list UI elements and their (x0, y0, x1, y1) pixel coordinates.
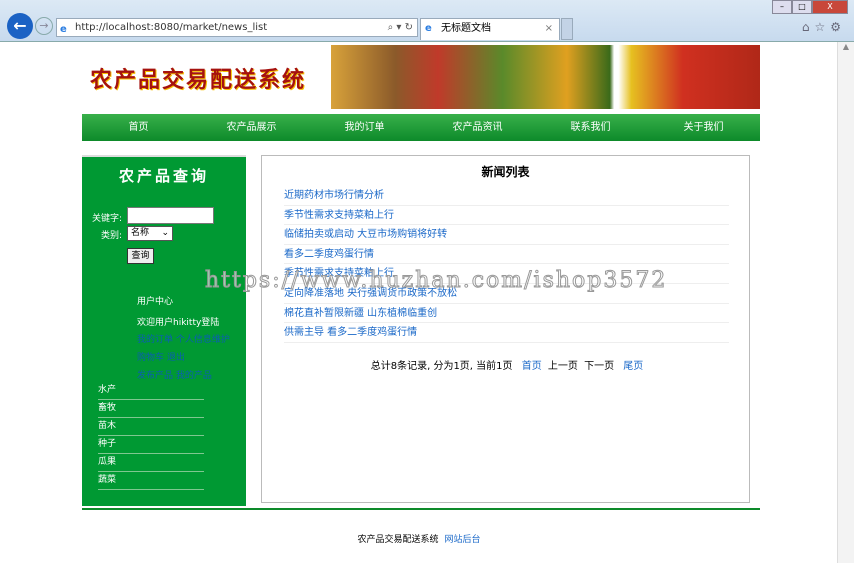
page-title: 新闻列表 (481, 165, 530, 179)
footer: 农产品交易配送系统 网站后台 (0, 532, 838, 545)
news-panel: 新闻列表 近期药材市场行情分析 季节性需求支持菜粕上行 临储拍卖或启动 大豆市场… (261, 155, 750, 503)
news-item[interactable]: 季节性需求支持菜粕上行 (284, 206, 729, 226)
news-item[interactable]: 棉花直补暂限新疆 山东植棉临重创 (284, 304, 729, 324)
back-button[interactable]: ← (7, 13, 33, 39)
news-item[interactable]: 季节性需求支持菜粕上行 (284, 264, 729, 284)
admin-link[interactable]: 网站后台 (445, 535, 481, 545)
category-value: 名称 (131, 228, 150, 238)
keyword-input[interactable] (127, 207, 214, 224)
next-page: 下一页 (584, 360, 615, 372)
nav-home[interactable]: 首页 (82, 114, 195, 141)
banner: 农产品交易配送系统 (82, 45, 760, 109)
maximize-button[interactable]: □ (792, 0, 812, 14)
category-item[interactable]: 瓜果 (98, 454, 204, 472)
news-item[interactable]: 近期药材市场行情分析 (284, 186, 729, 206)
site-logo: 农产品交易配送系统 (90, 67, 307, 93)
pagination: 总计8条记录, 分为1页, 当前1页 首页 上一页 下一页 尾页 (262, 357, 749, 372)
nav-contact[interactable]: 联系我们 (534, 114, 647, 141)
address-bar[interactable]: e http://localhost:8080/market/news_list ⌕… (56, 18, 418, 37)
ie-icon: e (425, 23, 432, 34)
ie-icon: e (60, 24, 67, 35)
nav-about[interactable]: 关于我们 (647, 114, 760, 141)
my-orders-link[interactable]: 我的订单 (137, 335, 173, 345)
prev-page: 上一页 (547, 360, 578, 372)
forward-button[interactable]: → (35, 17, 53, 35)
pager-summary: 总计8条记录, 分为1页, 当前1页 (370, 360, 513, 372)
search-button[interactable]: 查询 (127, 248, 154, 264)
news-list: 近期药材市场行情分析 季节性需求支持菜粕上行 临储拍卖或启动 大豆市场购销将好转… (284, 186, 729, 343)
category-item[interactable]: 蔬菜 (98, 472, 204, 490)
first-page-link[interactable]: 首页 (522, 361, 542, 372)
url-text: http://localhost:8080/market/news_list (75, 22, 268, 33)
nav-orders[interactable]: 我的订单 (308, 114, 421, 141)
scrollbar[interactable]: ▲ (837, 42, 854, 563)
my-products-link[interactable]: 我的产品 (176, 371, 212, 381)
publish-product-link[interactable]: 发布产品 (137, 371, 173, 381)
browser-chrome: ← → e http://localhost:8080/market/news_l… (0, 0, 854, 42)
category-item[interactable]: 水产 (98, 382, 204, 400)
produce-banner-image (331, 45, 760, 109)
window-controls: – □ X (772, 0, 848, 14)
category-item[interactable]: 种子 (98, 436, 204, 454)
main-nav: 首页 农产品展示 我的订单 农产品资讯 联系我们 关于我们 (82, 114, 760, 141)
new-tab-button[interactable] (561, 18, 573, 40)
nav-news[interactable]: 农产品资讯 (421, 114, 534, 141)
news-item[interactable]: 看多二季度鸡蛋行情 (284, 245, 729, 265)
sidebar-title: 农产品查询 (118, 167, 209, 185)
news-item[interactable]: 供需主导 看多二季度鸡蛋行情 (284, 323, 729, 343)
user-center-label: 用户中心 (137, 297, 174, 307)
sidebar: 农产品查询 关键字: 类别: 名称 ⌄ 查询 用户中心 欢迎用户hikitty登陆… (82, 155, 246, 506)
category-item[interactable]: 畜牧 (98, 400, 204, 418)
profile-link[interactable]: 个人信息维护 (176, 335, 230, 345)
footer-text: 农产品交易配送系统 (357, 535, 439, 545)
home-star-gear-icons[interactable]: ⌂☆⚙ (802, 20, 846, 34)
minimize-button[interactable]: – (772, 0, 792, 14)
category-select[interactable]: 名称 ⌄ (127, 226, 173, 241)
footer-divider (82, 508, 760, 510)
welcome-text: 欢迎用户hikitty登陆 (137, 318, 220, 328)
news-item[interactable]: 定向降准落地 央行强调货币政策不放松 (284, 284, 729, 304)
nav-products[interactable]: 农产品展示 (195, 114, 308, 141)
logout-link[interactable]: 退出 (167, 353, 185, 363)
chevron-down-icon: ⌄ (161, 228, 169, 238)
search-refresh-icons[interactable]: ⌕ ▾ ↻ (388, 19, 413, 36)
category-list: 水产 畜牧 苗木 种子 瓜果 蔬菜 (98, 382, 204, 490)
close-tab-icon[interactable]: × (545, 19, 553, 39)
category-label: 类别: (101, 231, 123, 241)
keyword-label: 关键字: (92, 214, 123, 224)
tab-title: 无标题文档 (441, 23, 491, 34)
category-item[interactable]: 苗木 (98, 418, 204, 436)
cart-link[interactable]: 购物车 (137, 353, 164, 363)
news-item[interactable]: 临储拍卖或启动 大豆市场购销将好转 (284, 225, 729, 245)
last-page-link[interactable]: 尾页 (623, 361, 643, 372)
close-window-button[interactable]: X (812, 0, 848, 14)
browser-tab[interactable]: e 无标题文档 × (420, 18, 560, 40)
